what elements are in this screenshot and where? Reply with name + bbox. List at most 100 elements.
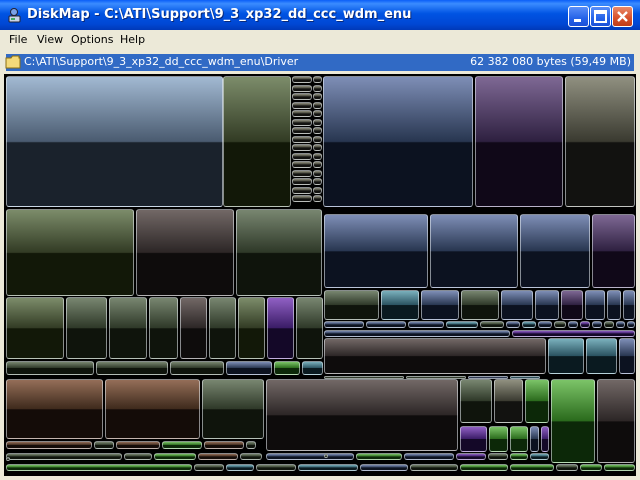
disk-treemap[interactable] — [4, 74, 636, 476]
treemap-tile-small[interactable] — [616, 321, 625, 328]
treemap-tile-small[interactable] — [298, 464, 358, 471]
treemap-tile[interactable] — [136, 209, 234, 296]
treemap-tile[interactable] — [597, 379, 635, 463]
treemap-tile-small[interactable] — [266, 453, 354, 460]
treemap-tile-small[interactable] — [510, 453, 528, 460]
treemap-tile[interactable] — [6, 297, 64, 359]
treemap-tile-small[interactable] — [313, 161, 322, 168]
treemap-tile-small[interactable] — [313, 178, 322, 185]
treemap-tile-small[interactable] — [408, 321, 444, 328]
treemap-tile-small[interactable] — [366, 321, 406, 328]
treemap-tile-small[interactable] — [240, 453, 262, 460]
treemap-tile-small[interactable] — [292, 135, 312, 143]
treemap-tile[interactable] — [209, 297, 236, 359]
treemap-tile-small[interactable] — [506, 321, 520, 328]
minimize-button[interactable] — [568, 6, 589, 27]
menu-file[interactable]: File — [9, 33, 27, 46]
treemap-tile[interactable] — [105, 379, 200, 439]
treemap-tile-small[interactable] — [510, 376, 540, 379]
maximize-button[interactable] — [590, 6, 611, 27]
treemap-tile-small[interactable] — [194, 464, 224, 471]
treemap-tile[interactable] — [460, 379, 492, 423]
treemap-tile-small[interactable] — [292, 186, 312, 194]
treemap-tile[interactable] — [324, 290, 379, 320]
treemap-tile-small[interactable] — [356, 453, 402, 460]
treemap-tile[interactable] — [607, 290, 621, 320]
treemap-tile-small[interactable] — [313, 110, 322, 117]
treemap-tile-small[interactable] — [6, 453, 122, 460]
treemap-tile-small[interactable] — [292, 118, 312, 126]
treemap-tile-small[interactable] — [292, 178, 312, 185]
treemap-tile-small[interactable] — [404, 453, 454, 460]
treemap-tile[interactable] — [324, 214, 428, 288]
treemap-tile[interactable] — [561, 290, 583, 320]
treemap-tile-small[interactable] — [324, 376, 404, 379]
treemap-tile-small[interactable] — [246, 441, 256, 449]
treemap-tile[interactable] — [551, 379, 595, 463]
treemap-tile[interactable] — [421, 290, 459, 320]
treemap-tile[interactable] — [223, 76, 291, 207]
treemap-tile[interactable] — [323, 76, 473, 207]
treemap-tile[interactable] — [494, 379, 523, 423]
treemap-tile[interactable] — [530, 426, 539, 452]
treemap-tile[interactable] — [430, 214, 518, 288]
treemap-tile-small[interactable] — [580, 321, 590, 328]
treemap-tile[interactable] — [6, 76, 223, 207]
treemap-tile-small[interactable] — [292, 84, 312, 92]
treemap-tile[interactable] — [565, 76, 635, 207]
treemap-tile-small[interactable] — [313, 169, 322, 177]
treemap-tile-small[interactable] — [313, 118, 322, 126]
treemap-tile-small[interactable] — [292, 110, 312, 117]
treemap-tile-small[interactable] — [468, 376, 508, 379]
treemap-tile[interactable] — [266, 379, 458, 451]
treemap-tile-small[interactable] — [410, 464, 458, 471]
treemap-tile[interactable] — [267, 297, 294, 359]
treemap-tile-small[interactable] — [302, 361, 323, 375]
treemap-tile-small[interactable] — [162, 441, 202, 449]
treemap-tile-small[interactable] — [512, 330, 635, 337]
treemap-tile[interactable] — [623, 290, 635, 320]
treemap-tile[interactable] — [460, 426, 487, 452]
treemap-tile-small[interactable] — [226, 464, 254, 471]
treemap-tile-small[interactable] — [292, 93, 312, 100]
treemap-tile-small[interactable] — [292, 101, 312, 109]
treemap-tile-small[interactable] — [6, 441, 92, 449]
treemap-tile[interactable] — [202, 379, 264, 439]
treemap-tile[interactable] — [461, 290, 499, 320]
treemap-tile-small[interactable] — [313, 152, 322, 160]
treemap-tile[interactable] — [501, 290, 533, 320]
treemap-tile[interactable] — [296, 297, 323, 359]
treemap-tile-small[interactable] — [313, 93, 322, 100]
treemap-tile[interactable] — [520, 214, 590, 288]
path-bar[interactable]: C:\ATI\Support\9_3_xp32_dd_ccc_wdm_enu\D… — [5, 54, 634, 71]
treemap-tile[interactable] — [109, 297, 147, 359]
treemap-tile-small[interactable] — [292, 76, 312, 83]
treemap-tile-small[interactable] — [446, 321, 478, 328]
treemap-tile-small[interactable] — [96, 361, 168, 375]
treemap-tile-small[interactable] — [360, 464, 408, 471]
menu-options[interactable]: Options — [71, 33, 113, 46]
menu-view[interactable]: View — [37, 33, 63, 46]
treemap-tile-small[interactable] — [313, 101, 322, 109]
treemap-tile[interactable] — [525, 379, 549, 423]
treemap-tile[interactable] — [180, 297, 207, 359]
treemap-tile-small[interactable] — [256, 464, 296, 471]
treemap-tile[interactable] — [541, 426, 549, 452]
treemap-tile-small[interactable] — [6, 457, 10, 461]
treemap-tile-small[interactable] — [170, 361, 224, 375]
treemap-tile[interactable] — [6, 379, 103, 439]
treemap-tile-small[interactable] — [604, 321, 614, 328]
treemap-tile[interactable] — [381, 290, 419, 320]
treemap-tile-small[interactable] — [292, 127, 312, 134]
treemap-tile[interactable] — [475, 76, 563, 207]
treemap-tile[interactable] — [535, 290, 559, 320]
treemap-tile-small[interactable] — [456, 453, 486, 460]
treemap-tile-small[interactable] — [124, 453, 152, 460]
treemap-tile-small[interactable] — [324, 330, 510, 337]
treemap-tile[interactable] — [489, 426, 508, 452]
treemap-tile-small[interactable] — [627, 321, 635, 328]
treemap-tile-small[interactable] — [480, 321, 504, 328]
treemap-tile-small[interactable] — [94, 441, 114, 449]
treemap-tile-small[interactable] — [292, 169, 312, 177]
treemap-tile-small[interactable] — [313, 195, 322, 202]
